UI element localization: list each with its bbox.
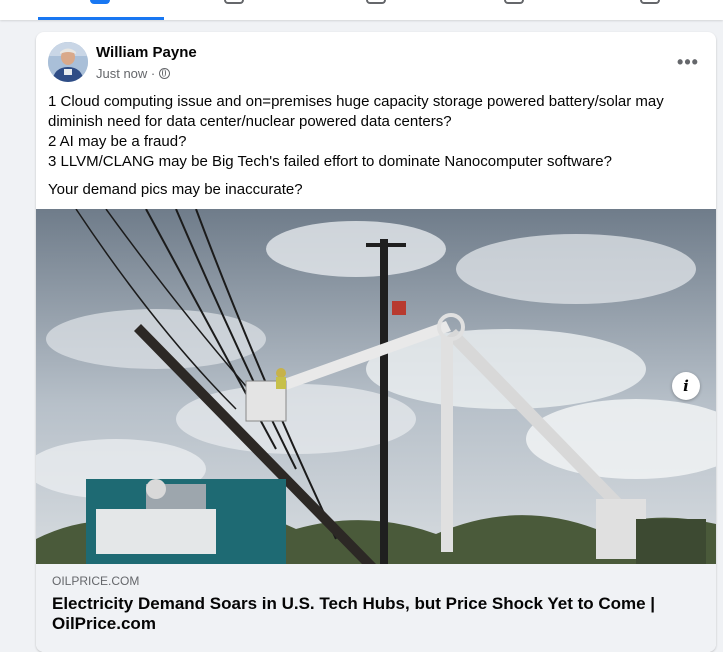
post-line: 2 AI may be a fraud?: [48, 133, 187, 150]
nav-tab-video[interactable]: [204, 0, 264, 20]
post-meta: Just now ·: [96, 66, 171, 81]
nav-tab-gaming[interactable]: [620, 0, 680, 20]
post-line: 3 LLVM/CLANG may be Big Tech's failed ef…: [48, 153, 612, 170]
info-button[interactable]: i: [672, 372, 700, 400]
avatar-image: [48, 42, 88, 82]
author-name[interactable]: William Payne: [96, 44, 197, 61]
post-timestamp[interactable]: Just now ·: [96, 66, 155, 81]
top-navigation-bar: [0, 0, 723, 20]
post-header: William Payne Just now · •••: [36, 32, 716, 92]
home-icon: [90, 0, 110, 4]
post-card: William Payne Just now · ••• 1 Cloud com…: [36, 32, 716, 652]
active-tab-indicator: [38, 17, 164, 20]
video-icon: [224, 0, 244, 4]
marketplace-icon: [366, 0, 386, 4]
post-line: 1 Cloud computing issue and on=premises …: [48, 93, 664, 130]
gaming-icon: [640, 0, 660, 4]
link-domain: OILPRICE.COM: [52, 574, 140, 588]
post-body: 1 Cloud computing issue and on=premises …: [48, 92, 698, 200]
nav-tab-marketplace[interactable]: [346, 0, 406, 20]
nav-tab-groups[interactable]: [484, 0, 544, 20]
link-preview[interactable]: OILPRICE.COM Electricity Demand Soars in…: [36, 564, 716, 652]
more-options-button[interactable]: •••: [670, 44, 706, 80]
utility-workers-photo: [36, 209, 716, 564]
post-closing-line: Your demand pics may be inaccurate?: [48, 181, 303, 198]
link-preview-image[interactable]: [36, 209, 716, 564]
globe-icon[interactable]: [159, 68, 171, 79]
link-title[interactable]: Electricity Demand Soars in U.S. Tech Hu…: [52, 594, 672, 634]
groups-icon: [504, 0, 524, 4]
avatar[interactable]: [48, 42, 88, 82]
